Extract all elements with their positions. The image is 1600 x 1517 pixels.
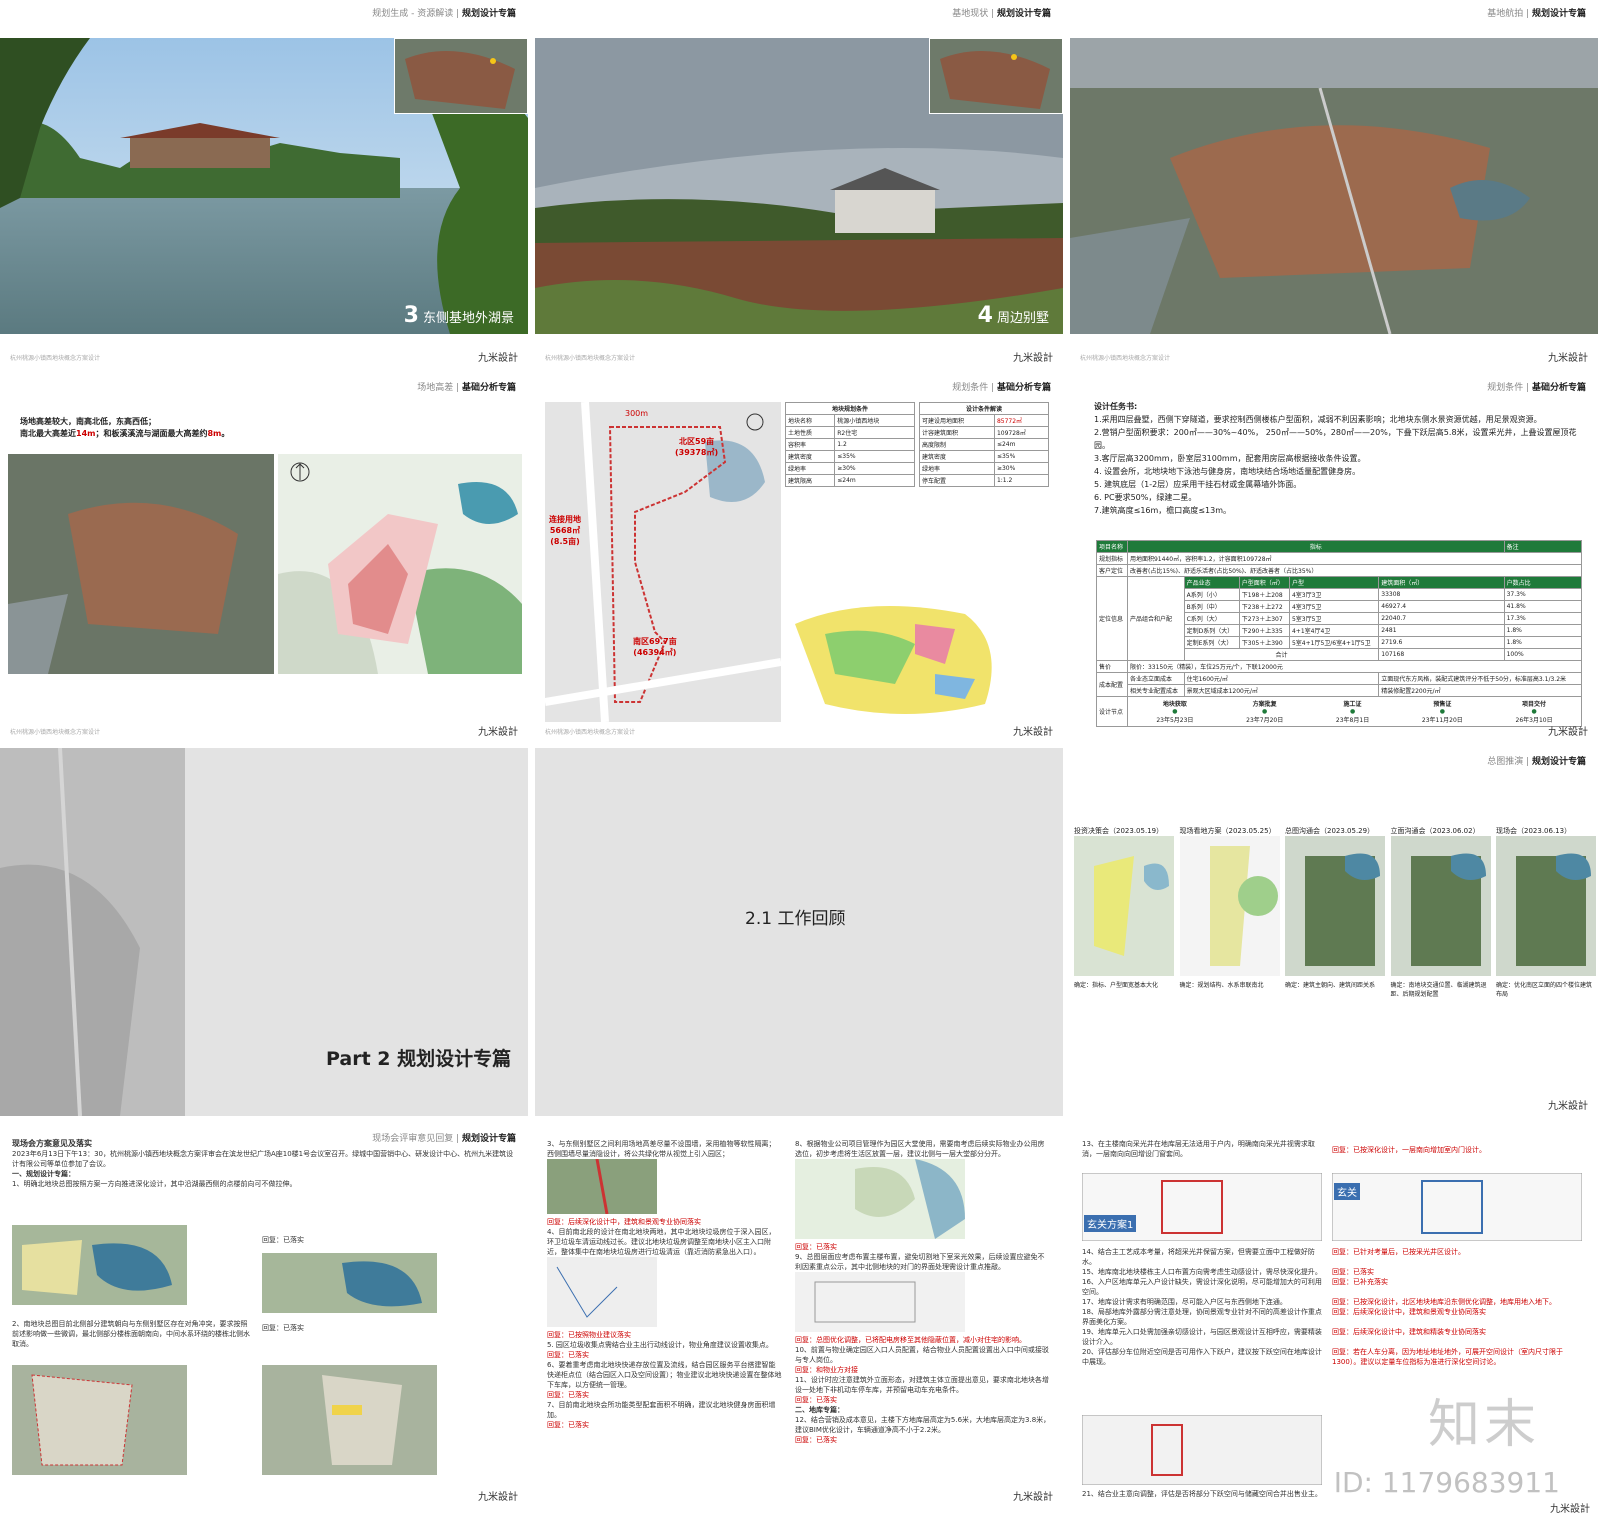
basement-section: [1082, 1415, 1322, 1485]
entry-plan-2: [1332, 1173, 1582, 1241]
slide-header: 总图推演 | 规划设计专篇: [1487, 757, 1586, 767]
footer-logo: 九米設計: [1013, 353, 1053, 364]
footer-project: 杭州桃源小镇西地块概念方案设计: [545, 729, 636, 736]
cover-aerial-strip: [0, 748, 185, 1116]
slide-header: 基地现状 | 规划设计专篇: [952, 9, 1051, 19]
slide-work-review: 2.1 工作回顾: [535, 748, 1063, 1116]
plan-image: [12, 1225, 187, 1305]
stage-plan: [1496, 836, 1596, 976]
footer-logo: 九米設計: [1013, 727, 1053, 738]
stage-card: 总图沟通会（2023.05.29） 确定：建筑主朝向、建筑间距关系: [1285, 826, 1385, 998]
footer-logo: 九米設計: [478, 353, 518, 364]
entry-label-1: 玄关方案1: [1084, 1215, 1137, 1232]
plan-image: [547, 1158, 657, 1215]
conditions-tables: 地块规划条件 地块名称 桃源小镇西地块 土地性质 R2住宅 容积率 1.2 建筑密度 ≤…: [784, 402, 1050, 487]
stage-card: 立面沟通会（2023.06.02） 确定：南地块交通位置、临湖建筑退距、后期规划…: [1390, 826, 1491, 998]
slide-review-reply-2: 3、与东侧别墅区之间利用场地高差尽量不设围墙，采用植物等软性隔离；西侧围墙尽量消…: [535, 1125, 1063, 1517]
stage-card: 现场看地方案（2023.05.25） 确定：规划结构、水系串联南北: [1179, 826, 1280, 998]
reply-2: 回复：已落实: [262, 1324, 304, 1332]
timeline-node: 项目交付 ● 26年3月10日: [1515, 701, 1553, 724]
footer-logo: 九米設計: [478, 727, 518, 738]
plan-table: 地块规划条件 地块名称 桃源小镇西地块 土地性质 R2住宅 容积率 1.2 建筑密度 ≤…: [784, 402, 915, 487]
timeline-node: 方案批复 ● 23年7月20日: [1246, 701, 1284, 724]
slide-header: 规划条件 | 基础分析专篇: [952, 383, 1051, 393]
timeline-node: 预售证 ● 23年11月20日: [1421, 701, 1463, 724]
slide-terrain: 场地高差 | 基础分析专篇 场地高差较大，南高北低，东高西低； 南北最大高差近1…: [0, 374, 528, 742]
site-boundary-map: [545, 402, 781, 722]
part-title: Part 2 规划设计专篇: [326, 1048, 512, 1070]
design-brief-text: 设计任务书: 1.采用四层叠墅，西侧下穿隧道，要求控制西侧楼栋户型面积，减弱不利…: [1094, 402, 1577, 515]
reply-list: 14、结合主工艺成本考量，将超采光井保留方案，但需要立面中工程做好防水。 回复：已…: [1082, 1248, 1563, 1366]
footer-logo: 九米設計: [1550, 1504, 1590, 1515]
slide-lake-view: 规划生成 - 资源解读 | 规划设计专篇 3 东侧基地外湖景 杭州桃源小镇西地块概…: [0, 0, 528, 368]
watermark-id: ID: 1179683911: [1333, 1466, 1560, 1499]
design-table: 设计条件解读 可建设用地面积 85772㎡ 计容建筑面积 109728㎡ 高度限制 ≤…: [919, 402, 1050, 487]
stage-row: 投资决策会（2023.05.19） 确定：指标、户型面宽基本大化 现场看地方案（…: [1074, 826, 1596, 998]
slide-review-reply-1: 现场会评审意见回复 | 规划设计专篇 现场会方案意见及落实 2023年6月13日…: [0, 1125, 528, 1517]
photo-caption: 3 东侧基地外湖景: [403, 303, 514, 328]
terrain-map: [278, 454, 522, 674]
brief-table: 项目名称 指标 备注 规划指标 用地面积91440㎡，容积率1.2，计容面积10972…: [1096, 540, 1583, 727]
south-area-label: 南区69.7亩 (46394㎡): [633, 637, 677, 657]
slide-masterplan-evolution: 总图推演 | 规划设计专篇 投资决策会（2023.05.19） 确定：指标、户型…: [1070, 748, 1598, 1116]
stage-card: 投资决策会（2023.05.19） 确定：指标、户型面宽基本大化: [1074, 826, 1174, 998]
stage-card: 现场会（2023.06.13） 确定：优化南区立面的四个楼位建筑布局: [1496, 826, 1596, 998]
distance-top: 300m: [625, 409, 649, 418]
slide-header: 基地航拍 | 规划设计专篇: [1487, 9, 1586, 19]
footer-project: 杭州桃源小镇西地块概念方案设计: [545, 355, 636, 362]
slide-header: 规划条件 | 基础分析专篇: [1487, 383, 1586, 393]
reply-col-left: 13、在主楼南向采光井在地库层无法适用于户内，明确南向采光井视需求取消，一层南向…: [1082, 1140, 1315, 1158]
terrain-summary: 场地高差较大，南高北低，东高西低； 南北最大高差近14m；和板溪溪流与湖面最大高…: [20, 417, 230, 438]
plan-image: [795, 1159, 965, 1239]
footer-project: 杭州桃源小镇西地块概念方案设计: [1080, 355, 1171, 362]
aerial-inset: [929, 38, 1063, 114]
slide-aerial: 基地航拍 | 规划设计专篇 杭州桃源小镇西地块概念方案设计 九米設計: [1070, 0, 1598, 368]
timeline: 地块获取 ● 23年5月23日 方案批复 ● 23年7月20日 施工证 ● 23年8月1日 …: [1130, 699, 1579, 724]
entry-label-2: 玄关: [1334, 1183, 1360, 1200]
footer-logo: 九米設計: [1548, 353, 1588, 364]
slide-planning-conditions: 规划条件 | 基础分析专篇 300m 北区59亩 (39378㎡) 南区69.7亩…: [535, 374, 1063, 742]
slide-header: 规划生成 - 资源解读 | 规划设计专篇: [372, 9, 516, 19]
stage-plan: [1074, 836, 1174, 976]
stage-plan: [1179, 836, 1280, 976]
footer-project: 杭州桃源小镇西地块概念方案设计: [10, 729, 101, 736]
timeline-node: 地块获取 ● 23年5月23日: [1156, 701, 1194, 724]
reply-col-left: 3、与东侧别墅区之间利用场地高差尽量不设围墙，采用植物等软性隔离；西侧围墙尽量消…: [547, 1140, 782, 1429]
plan-image: [262, 1365, 437, 1475]
stage-plan: [1285, 836, 1385, 976]
reply-1: 回复：已落实: [262, 1236, 304, 1244]
watermark-logo: 知末: [1427, 1395, 1540, 1455]
footer-logo: 九米設計: [1548, 1101, 1588, 1112]
slide-review-reply-3: 13、在主楼南向采光井在地库层无法适用于户内，明确南向采光井视需求取消，一层南向…: [1070, 1125, 1600, 1517]
reply-text-2: 2、南地块总图目前北侧部分建筑朝向与东侧别墅区存在对角冲突，要求按照前述影响做一…: [12, 1320, 250, 1348]
plan-image: [12, 1365, 187, 1475]
timeline-node: 施工证 ● 23年8月1日: [1335, 701, 1370, 724]
reply-21: 21、结合业主意向调整，评估是否将部分下跃空间与储藏空间合并出售业主。: [1082, 1490, 1322, 1498]
zoning-map: [785, 584, 1049, 724]
reply-text: 现场会方案意见及落实 2023年6月13日下午13：30，杭州桃源小镇西地块概念…: [12, 1139, 514, 1188]
footer-logo: 九米設計: [478, 1492, 518, 1503]
aerial-photo: [1070, 38, 1598, 334]
plan-image: [795, 1272, 965, 1332]
footer-logo: 九米設計: [1013, 1492, 1053, 1503]
north-area-label: 北区59亩 (39378㎡): [675, 437, 719, 457]
photo-caption: 4 周边别墅: [977, 303, 1049, 328]
reply-13: 回复：已按深化设计，一层南向增加室内门设计。: [1332, 1146, 1486, 1154]
link-area-label: 连接用地 5668㎡ (8.5亩): [549, 515, 581, 546]
plan-image: [547, 1257, 657, 1327]
slide-part2-cover: Part 2 规划设计专篇: [0, 748, 528, 1116]
slide-design-brief: 规划条件 | 基础分析专篇 设计任务书: 1.采用四层叠墅，西侧下穿隧道，要求控…: [1070, 374, 1598, 742]
footer-project: 杭州桃源小镇西地块概念方案设计: [10, 355, 101, 362]
footer-logo: 九米設計: [1548, 727, 1588, 738]
section-title: 2.1 工作回顾: [745, 909, 846, 929]
terrain-aerial: [8, 454, 274, 674]
aerial-inset: [394, 38, 528, 114]
slide-surrounding-villas: 基地现状 | 规划设计专篇 4 周边别墅 杭州桃源小镇西地块概念方案设计 九米設計: [535, 0, 1063, 368]
plan-image: [262, 1253, 437, 1313]
stage-plan: [1390, 836, 1491, 976]
reply-col-right: 8、根据物业公司项目管理作为园区大堂使用，需要南考虑后续实际物业办公用房选位，初…: [795, 1140, 1051, 1444]
slide-header: 场地高差 | 基础分析专篇: [417, 383, 516, 393]
